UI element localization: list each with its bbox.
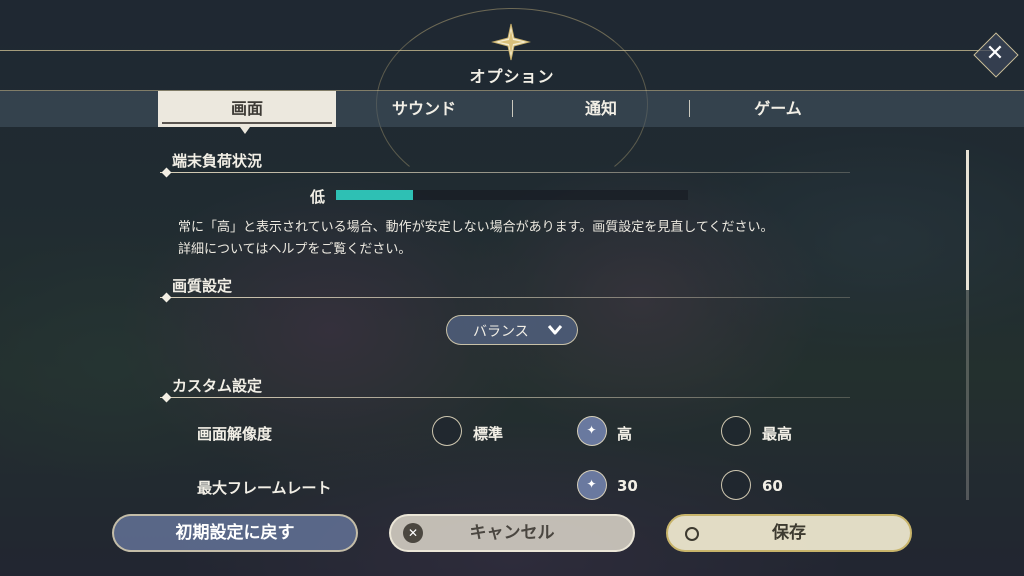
load-note-line2: 詳細についてはヘルプをご覧ください。 <box>178 242 412 257</box>
framerate-radio-30[interactable] <box>577 470 607 500</box>
compass-star-icon <box>491 23 531 61</box>
framerate-radio-60[interactable] <box>721 470 751 500</box>
section-rule <box>160 297 850 298</box>
scrollbar-thumb[interactable] <box>966 150 969 290</box>
tab-game[interactable]: ゲーム <box>690 91 866 127</box>
section-title-quality: 画質設定 <box>172 277 233 295</box>
reset-defaults-label: 初期設定に戻す <box>175 523 295 543</box>
tab-bar-top-line <box>0 90 1024 91</box>
load-level-label: 低 <box>310 188 326 206</box>
cancel-button[interactable]: ✕ キャンセル <box>389 514 635 552</box>
framerate-option-30: 30 <box>617 477 638 495</box>
resolution-option-max: 最高 <box>762 425 793 443</box>
section-rule <box>160 172 850 173</box>
quality-dropdown-value: バランス <box>473 324 529 340</box>
active-tab-underline <box>162 122 332 124</box>
save-label: 保存 <box>772 523 806 543</box>
framerate-label: 最大フレームレート <box>197 479 332 497</box>
close-icon: ✕ <box>985 41 1005 66</box>
tab-notification[interactable]: 通知 <box>513 91 689 127</box>
save-button[interactable]: 保存 <box>666 514 912 552</box>
resolution-radio-max[interactable] <box>721 416 751 446</box>
resolution-label: 画面解像度 <box>197 425 273 443</box>
load-meter <box>336 190 688 200</box>
section-title-load: 端末負荷状況 <box>172 152 263 170</box>
reset-defaults-button[interactable]: 初期設定に戻す <box>112 514 358 552</box>
resolution-radio-high[interactable] <box>577 416 607 446</box>
cross-icon: ✕ <box>403 523 423 543</box>
chevron-down-icon <box>547 325 563 335</box>
load-note-line1: 常に「高」と表示されている場合、動作が安定しない場合があります。画質設定を見直し… <box>178 220 774 235</box>
circle-icon <box>685 527 699 541</box>
framerate-option-60: 60 <box>762 477 783 495</box>
section-title-custom: カスタム設定 <box>172 377 263 395</box>
cancel-label: キャンセル <box>469 523 555 543</box>
load-meter-fill <box>336 190 414 200</box>
resolution-option-standard: 標準 <box>473 425 504 443</box>
tab-sound[interactable]: サウンド <box>336 91 512 127</box>
close-button[interactable]: ✕ <box>973 32 1019 78</box>
page-title: オプション <box>469 67 555 86</box>
resolution-radio-standard[interactable] <box>432 416 462 446</box>
section-rule <box>160 397 850 398</box>
resolution-option-high: 高 <box>617 425 633 443</box>
quality-dropdown[interactable]: バランス <box>446 315 578 345</box>
